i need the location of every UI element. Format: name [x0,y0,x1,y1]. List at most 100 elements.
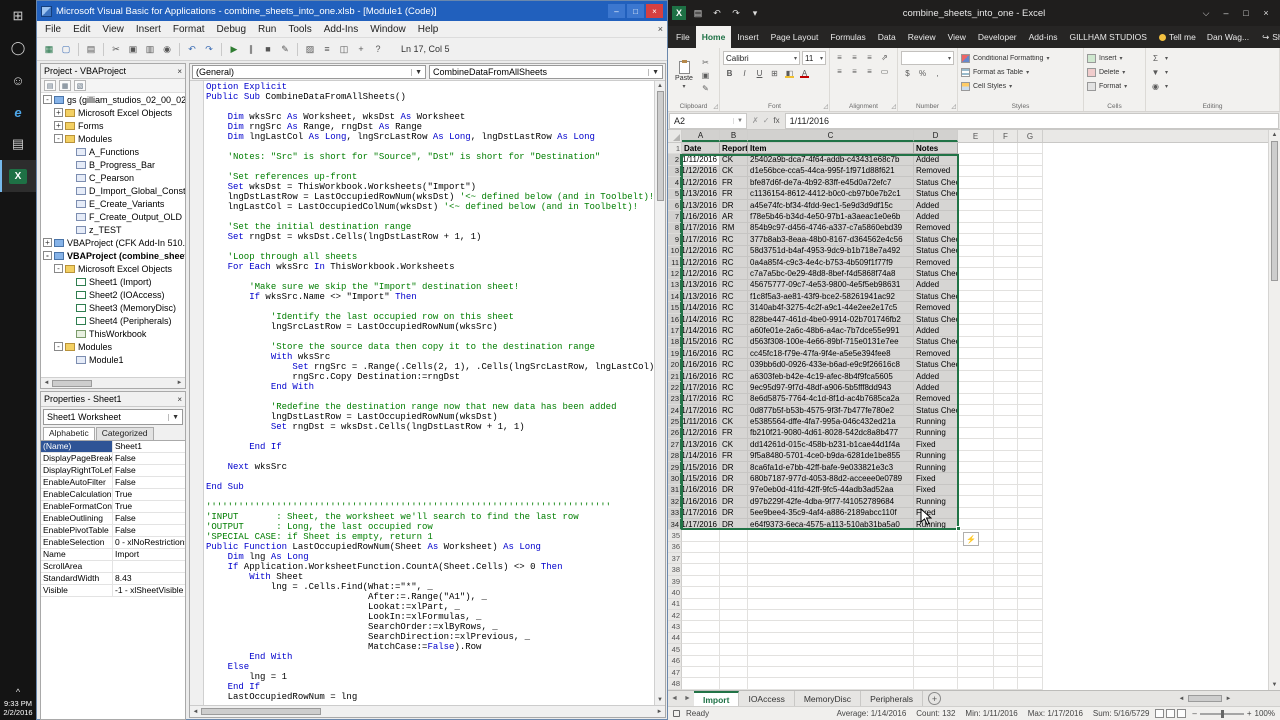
cell-D22[interactable]: Added [914,382,958,393]
expand-icon[interactable]: + [54,108,63,117]
cell-B3[interactable]: CK [720,166,748,177]
cell-A4[interactable]: 1/12/2016 [682,177,720,188]
column-header-A[interactable]: A [682,130,720,142]
cell-F7[interactable] [994,211,1018,222]
cell-B37[interactable] [720,553,748,564]
cut-icon[interactable]: ✂ [108,41,124,57]
object-dropdown[interactable]: (General) ▼ [192,65,426,79]
cell-E48[interactable] [958,678,994,689]
cell-E9[interactable] [958,234,994,245]
cell-A31[interactable]: 1/16/2016 [682,485,720,496]
row-header-43[interactable]: 43 [668,621,682,632]
cell-C24[interactable]: 0d877b5f-b53b-4575-9f3f-7b477fe780e2 [748,405,914,416]
cell-E28[interactable] [958,451,994,462]
property-row[interactable]: (Name)Sheet1 [41,441,185,453]
cell-F14[interactable] [994,291,1018,302]
cell-A41[interactable] [682,599,720,610]
sheet-nav-right-icon[interactable]: ► [681,695,694,702]
paste-icon[interactable]: ▥ [142,41,158,57]
cell-F45[interactable] [994,644,1018,655]
cell-F23[interactable] [994,394,1018,405]
cell-D46[interactable] [914,656,958,667]
property-value[interactable]: True [113,501,185,512]
property-row[interactable]: EnableFormatConditioTrue [41,501,185,513]
cell-B27[interactable]: CK [720,439,748,450]
tree-item-sheet1-import-[interactable]: Sheet1 (Import) [41,275,185,288]
row-header-30[interactable]: 30 [668,473,682,484]
property-value[interactable]: False [113,477,185,488]
cell-G9[interactable] [1018,234,1043,245]
cell-C37[interactable] [748,553,914,564]
align-left-icon[interactable]: ≡ [833,65,846,77]
row-header-16[interactable]: 16 [668,314,682,325]
property-row[interactable]: NameImport [41,549,185,561]
property-value[interactable]: False [113,525,185,536]
tab-data[interactable]: Data [872,26,902,48]
cell-F5[interactable] [994,189,1018,200]
cell-B25[interactable]: CK [720,416,748,427]
row-header-41[interactable]: 41 [668,599,682,610]
property-value[interactable]: Import [113,549,185,560]
cell-A46[interactable] [682,656,720,667]
cell-F42[interactable] [994,610,1018,621]
code-hscrollbar[interactable]: ◄► [190,705,665,717]
row-header-9[interactable]: 9 [668,234,682,245]
cell-G35[interactable] [1018,530,1043,541]
code-vscrollbar[interactable]: ▲▼ [654,81,665,705]
cell-G3[interactable] [1018,166,1043,177]
tell-me-box[interactable]: Tell me [1153,32,1202,42]
cell-B17[interactable]: RC [720,325,748,336]
cell-B45[interactable] [720,644,748,655]
cell-A29[interactable]: 1/15/2016 [682,462,720,473]
column-header-B[interactable]: B [720,130,748,142]
help-icon[interactable]: ? [370,41,386,57]
cell-B6[interactable]: DR [720,200,748,211]
conditional-formatting-button[interactable]: Conditional Formatting ▾ [961,51,1080,65]
cell-C28[interactable]: 9f5a8480-5701-4ce0-b9da-6281de1be855 [748,451,914,462]
row-header-44[interactable]: 44 [668,633,682,644]
cell-G36[interactable] [1018,542,1043,553]
user-name[interactable]: Dan Wag... [1202,32,1254,42]
collapse-icon[interactable]: - [43,251,52,260]
page-layout-view-icon[interactable] [1166,709,1175,718]
cell-A2[interactable]: 1/11/2016 [682,154,720,165]
cell-G42[interactable] [1018,610,1043,621]
cell-G7[interactable] [1018,211,1043,222]
taskbar-clock[interactable]: 9:33 PM 2/2/2016 [3,699,32,717]
tree-item-sheet3-memorydisc-[interactable]: Sheet3 (MemoryDisc) [41,301,185,314]
properties-window-icon[interactable]: ≡ [319,41,335,57]
cell-E16[interactable] [958,314,994,325]
cell-B48[interactable] [720,678,748,689]
cell-C22[interactable]: 9ec95d97-9f7d-48df-a906-5b5fff8dd943 [748,382,914,393]
tree-item-e-create-variants[interactable]: E_Create_Variants [41,197,185,210]
sheet-tab-import[interactable]: Import [694,691,739,707]
view-object-icon[interactable]: ▦ [59,80,71,91]
fill-color-icon[interactable]: ◧ [783,67,796,79]
cell-E33[interactable] [958,508,994,519]
cell-C4[interactable]: bfe87d6f-de7a-4b92-83ff-e45d0a72efc7 [748,177,914,188]
cell-F28[interactable] [994,451,1018,462]
cell-A16[interactable]: 1/14/2016 [682,314,720,325]
paste-button[interactable]: Paste ▾ [671,61,697,90]
redo-icon[interactable]: ↷ [729,6,743,20]
cell-E3[interactable] [958,166,994,177]
cell-E4[interactable] [958,177,994,188]
cell-F13[interactable] [994,280,1018,291]
cell-C3[interactable]: d1e56bce-cca5-44ca-995f-1f971d88f621 [748,166,914,177]
cell-E27[interactable] [958,439,994,450]
cell-F39[interactable] [994,576,1018,587]
row-header-32[interactable]: 32 [668,496,682,507]
cell-A14[interactable]: 1/13/2016 [682,291,720,302]
cell-G27[interactable] [1018,439,1043,450]
cell-D11[interactable]: Removed [914,257,958,268]
cell-C13[interactable]: 45675777-09c7-4e53-9800-4e5f5eb98631 [748,280,914,291]
cell-D7[interactable]: Added [914,211,958,222]
cell-F43[interactable] [994,621,1018,632]
cell-B18[interactable]: RC [720,337,748,348]
font-size-select[interactable]: 11 ▾ [802,51,826,65]
property-value[interactable]: False [113,465,185,476]
cell-D25[interactable]: Running [914,416,958,427]
cell-B30[interactable]: DR [720,473,748,484]
cell-E18[interactable] [958,337,994,348]
normal-view-icon[interactable] [1155,709,1164,718]
